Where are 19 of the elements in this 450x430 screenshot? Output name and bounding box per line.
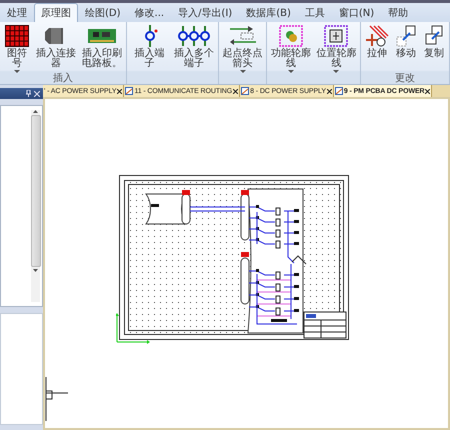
ribbon-button[interactable]: 功能轮廓线: [269, 24, 313, 73]
menu-tab[interactable]: 绘图(D): [78, 3, 128, 22]
ribbon-button[interactable]: 移动: [393, 24, 420, 73]
ribbon-button[interactable]: 复制: [421, 24, 448, 73]
ribbon-button[interactable]: 插入连接器: [34, 24, 78, 73]
ribbon-button[interactable]: 插入多个端子: [172, 24, 216, 73]
ribbon-button[interactable]: 位置轮廓线: [314, 24, 358, 73]
ribbon-button[interactable]: 拉伸: [363, 24, 392, 73]
menu-tab[interactable]: 原理图: [34, 3, 78, 22]
ribbon-button[interactable]: 起点终点箭头: [220, 24, 264, 73]
menu-tab[interactable]: 数据库(B): [239, 3, 298, 22]
menu-tab[interactable]: 修改...: [128, 3, 172, 22]
ribbon-button[interactable]: 插入印刷电路板。: [80, 24, 124, 73]
ribbon-button[interactable]: 插入端子: [129, 24, 170, 73]
menu-tab[interactable]: 工具: [298, 3, 332, 22]
menu-tab[interactable]: 处理: [0, 3, 34, 22]
menu-tab[interactable]: 窗口(N): [332, 3, 382, 22]
menu-tab[interactable]: 导入/导出(I): [171, 3, 240, 22]
menu-tab[interactable]: 帮助: [381, 3, 416, 22]
